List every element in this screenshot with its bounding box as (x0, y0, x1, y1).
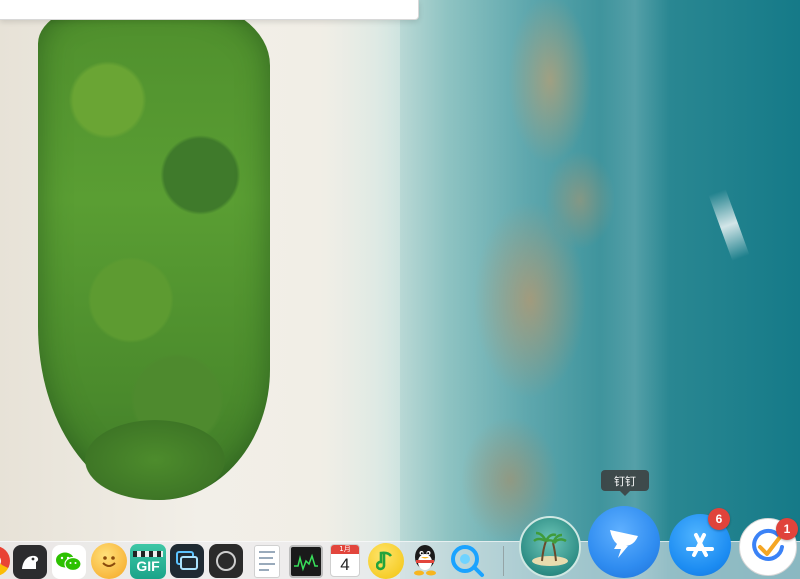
dock-item-notes[interactable] (254, 545, 280, 578)
dock-item-browser[interactable] (447, 541, 487, 579)
dock-item-gif[interactable]: GIF (130, 544, 166, 579)
dock-separator (503, 546, 504, 576)
forest-tail (85, 420, 225, 500)
wechat-icon (52, 545, 86, 579)
smile-icon (91, 543, 127, 579)
gif-icon: GIF (130, 544, 166, 579)
monitor-icon (289, 545, 323, 578)
dog-icon (13, 545, 47, 579)
calendar-day: 4 (340, 555, 350, 574)
dock-item-calendar[interactable]: 1月 4 (330, 544, 360, 577)
chrome-icon (0, 546, 10, 576)
dock-item-check[interactable]: 1 (739, 518, 800, 579)
desktop-wallpaper (0, 0, 800, 579)
dock-item-activity-monitor[interactable] (289, 545, 323, 578)
dock-item-island[interactable] (519, 516, 581, 578)
dock-item-qq[interactable] (408, 542, 442, 578)
dock-item-circle[interactable] (209, 544, 243, 578)
chat-bubble-icon (447, 541, 487, 579)
dock-item-dingtalk[interactable] (588, 506, 660, 578)
dingtalk-icon (588, 506, 660, 578)
dock-item-bear[interactable] (13, 545, 47, 579)
penguin-icon (408, 542, 442, 578)
dock-item-window[interactable] (170, 544, 204, 578)
dock-item-wechat[interactable] (52, 545, 86, 579)
dock-item-qq-music[interactable] (368, 543, 404, 579)
palm-tree-icon (519, 516, 581, 578)
dock-tooltip: 钉钉 (601, 470, 649, 496)
check-app-badge: 1 (776, 518, 798, 540)
dock-item-app-store[interactable]: 6 (667, 508, 733, 578)
circle-icon (209, 544, 243, 578)
dock-item-chrome[interactable] (0, 546, 10, 576)
gif-label: GIF (136, 557, 160, 574)
window-bottom-edge[interactable] (0, 0, 419, 20)
calendar-month: 1月 (331, 545, 359, 554)
music-note-icon (368, 543, 404, 579)
dock-item-emoji[interactable] (91, 543, 127, 579)
wave-band (600, 0, 670, 579)
app-store-badge: 6 (708, 508, 730, 530)
window-icon (170, 544, 204, 578)
calendar-icon: 1月 4 (330, 544, 360, 577)
notes-icon (254, 545, 280, 578)
